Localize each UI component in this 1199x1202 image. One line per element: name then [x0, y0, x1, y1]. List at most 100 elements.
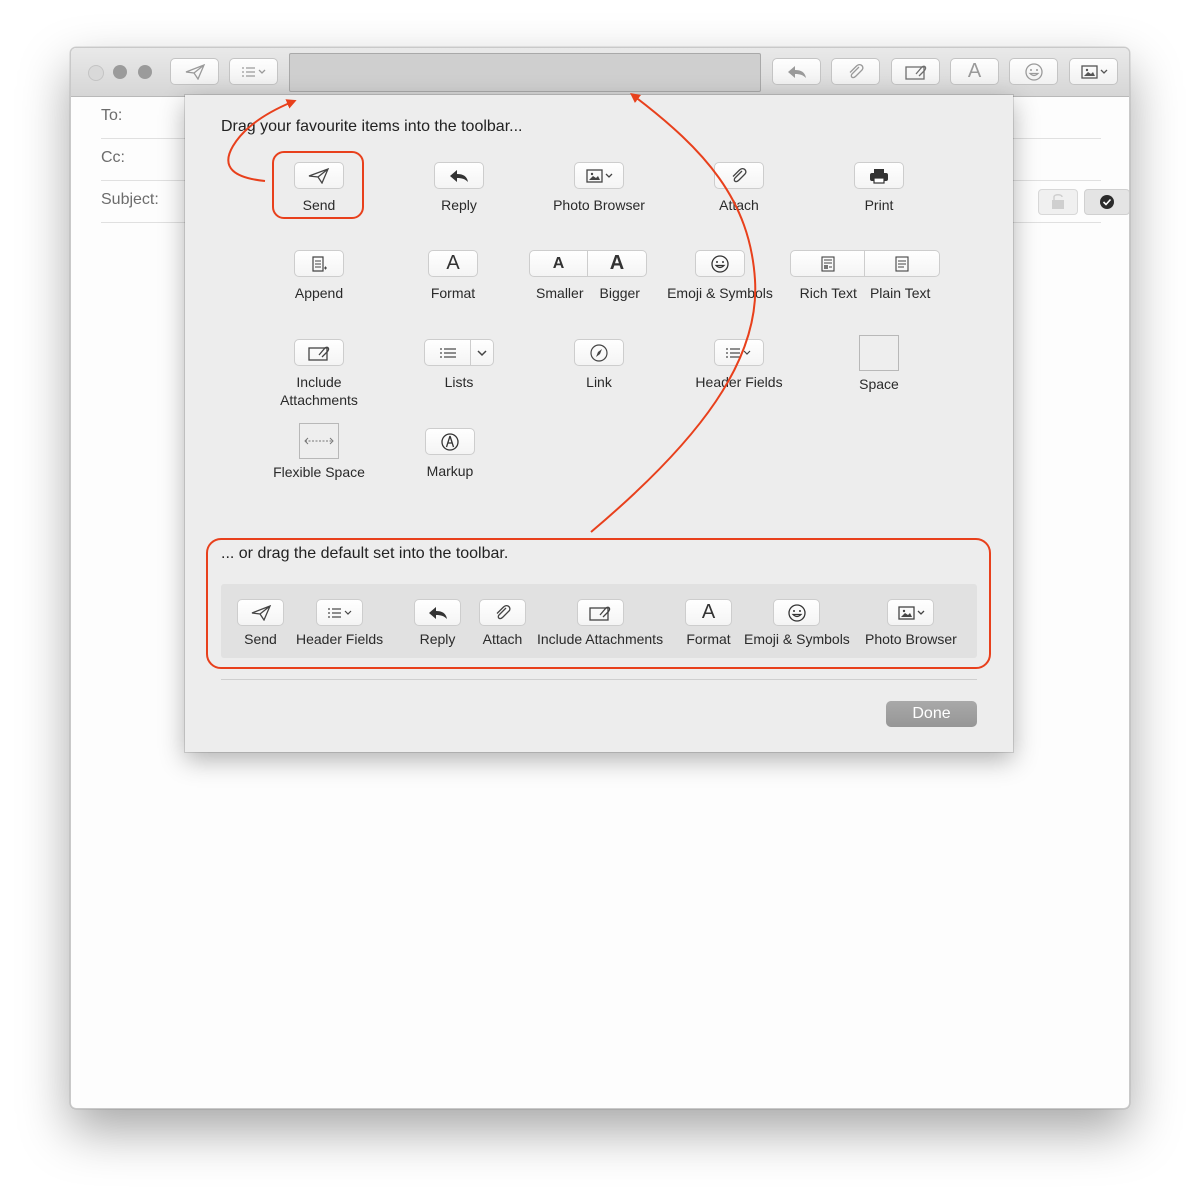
default-item-emoji-label: Emoji & Symbols — [744, 631, 850, 647]
palette-item-photo-browser-label: Photo Browser — [553, 197, 645, 213]
palette-item-space-label: Space — [859, 376, 899, 392]
toolbar-reply-button[interactable] — [772, 58, 821, 85]
default-set-toolbar[interactable]: Send Header Fields Reply Attach Include … — [221, 584, 977, 658]
default-item-header-fields: Header Fields — [296, 599, 383, 647]
palette-item-header-fields[interactable]: Header Fields — [679, 339, 799, 391]
toolbar-format-button[interactable]: A — [950, 58, 999, 85]
sheet-heading: Drag your favourite items into the toolb… — [221, 118, 523, 135]
bigger-font-icon: A — [609, 252, 625, 274]
palette-item-print-label: Print — [864, 197, 894, 213]
printer-icon — [870, 168, 888, 184]
done-button[interactable]: Done — [886, 701, 977, 727]
emoji-icon — [1024, 62, 1043, 81]
default-item-send: Send — [237, 599, 284, 647]
lists-button[interactable] — [424, 339, 471, 366]
palette-item-header-fields-label: Header Fields — [695, 374, 783, 390]
default-item-format-label: Format — [686, 631, 731, 647]
smaller-font-icon: A — [552, 254, 565, 272]
header-fields-icon — [241, 66, 265, 77]
palette-item-font-size[interactable]: A A Smaller Bigger — [528, 250, 648, 302]
toolbar-header-fields-button[interactable] — [229, 58, 278, 85]
palette-item-link[interactable]: Link — [549, 339, 649, 391]
window-toolbar: A — [71, 48, 1129, 97]
palette-item-include-attachments[interactable]: Include Attachments — [259, 339, 379, 409]
palette-item-flexible-space[interactable]: Flexible Space — [259, 423, 379, 481]
palette-item-bigger-label: Bigger — [599, 285, 640, 301]
toolbar-emoji-button[interactable] — [1009, 58, 1058, 85]
palette-item-markup[interactable]: Markup — [400, 428, 500, 480]
palette-item-lists-label: Lists — [444, 374, 474, 390]
sign-button[interactable] — [1084, 189, 1129, 215]
rich-text-button[interactable] — [790, 250, 865, 277]
palette-item-text-mode[interactable]: Rich Text Plain Text — [790, 250, 940, 302]
default-item-photo-browser: Photo Browser — [865, 599, 957, 647]
palette-item-format-label: Format — [430, 285, 476, 301]
palette-item-emoji-label: Emoji & Symbols — [667, 285, 773, 301]
customize-toolbar-sheet: Drag your favourite items into the toolb… — [185, 95, 1013, 752]
flexible-space-icon — [299, 423, 339, 459]
palette-item-append[interactable]: Append — [269, 250, 369, 302]
default-item-photo-browser-label: Photo Browser — [865, 631, 957, 647]
signed-badge-icon — [1100, 195, 1114, 209]
default-item-attach: Attach — [479, 599, 526, 647]
header-fields-icon — [327, 607, 352, 618]
to-label: To: — [101, 107, 123, 124]
close-window-button[interactable] — [88, 65, 104, 81]
default-item-header-fields-label: Header Fields — [296, 631, 384, 647]
palette-item-photo-browser[interactable]: Photo Browser — [539, 162, 659, 214]
paperclip-icon — [496, 604, 511, 619]
plain-text-button[interactable] — [865, 250, 940, 277]
default-item-reply-label: Reply — [419, 631, 456, 647]
toolbar-include-attachments-button[interactable] — [891, 58, 940, 85]
plain-text-icon — [895, 255, 909, 272]
lists-dropdown-button[interactable] — [471, 339, 494, 366]
default-item-include-attachments-label: Include Attachments — [537, 631, 664, 647]
zoom-window-button[interactable] — [138, 65, 152, 79]
toolbar-attach-button[interactable] — [831, 58, 880, 85]
palette-item-flexible-space-label: Flexible Space — [273, 464, 365, 480]
minimize-window-button[interactable] — [113, 65, 127, 79]
cc-label: Cc: — [101, 149, 125, 166]
palette-item-attach[interactable]: Attach — [689, 162, 789, 214]
photo-browser-icon — [1080, 64, 1107, 79]
append-icon — [312, 255, 327, 272]
palette-item-rich-text-label: Rich Text — [799, 285, 857, 301]
palette-item-attach-label: Attach — [719, 197, 759, 213]
chevron-down-icon — [477, 349, 487, 356]
default-item-format: A Format — [685, 599, 732, 647]
palette-item-include-attachments-label: Include Attachments — [280, 374, 358, 408]
encrypt-button[interactable] — [1038, 189, 1078, 215]
toolbar-photo-browser-button[interactable] — [1069, 58, 1118, 85]
toolbar-send-button[interactable] — [170, 58, 219, 85]
palette-item-emoji[interactable]: Emoji & Symbols — [660, 250, 780, 302]
palette-item-plain-text-label: Plain Text — [869, 285, 931, 301]
palette-item-append-label: Append — [294, 285, 344, 301]
send-icon — [185, 63, 205, 80]
palette-item-print[interactable]: Print — [829, 162, 929, 214]
default-item-attach-label: Attach — [482, 631, 523, 647]
reply-icon — [450, 169, 468, 182]
space-icon — [859, 335, 899, 371]
format-icon: A — [446, 252, 460, 274]
toolbar-drop-zone[interactable] — [289, 53, 761, 92]
format-icon: A — [967, 60, 982, 82]
palette-item-reply[interactable]: Reply — [409, 162, 509, 214]
palette-item-space[interactable]: Space — [829, 335, 929, 393]
emoji-icon — [711, 254, 729, 273]
palette-item-smaller-label: Smaller — [536, 285, 584, 301]
sheet-divider — [221, 679, 977, 680]
lock-icon — [1052, 194, 1064, 209]
default-item-reply: Reply — [414, 599, 461, 647]
header-fields-icon — [726, 347, 751, 358]
include-attachments-icon — [589, 606, 611, 621]
palette-item-lists[interactable]: Lists — [409, 339, 509, 391]
default-item-send-label: Send — [244, 631, 277, 647]
smaller-button[interactable]: A — [529, 250, 588, 277]
list-icon — [439, 347, 456, 358]
palette-item-send-label: Send — [302, 197, 336, 213]
palette-item-send[interactable]: Send — [269, 162, 369, 214]
photo-browser-icon — [586, 168, 613, 183]
palette-item-format[interactable]: A Format — [403, 250, 503, 302]
palette-item-markup-label: Markup — [426, 463, 474, 479]
bigger-button[interactable]: A — [588, 250, 647, 277]
